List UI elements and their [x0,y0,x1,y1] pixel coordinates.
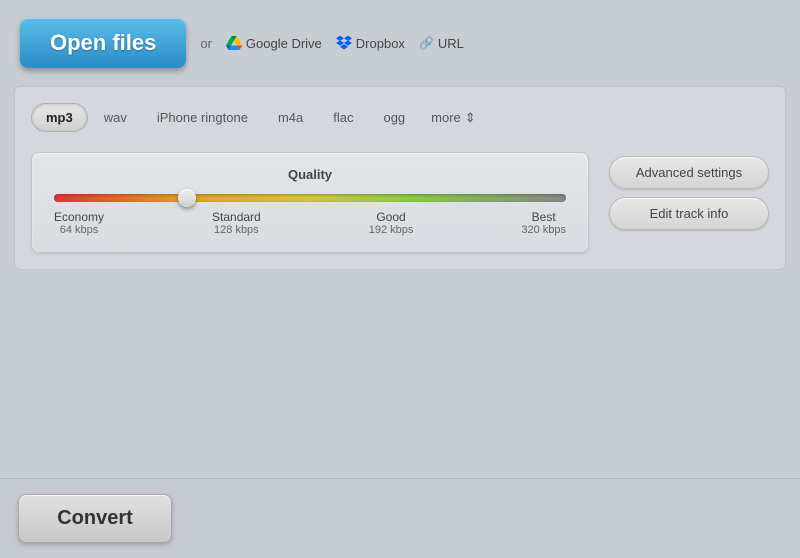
right-buttons: Advanced settings Edit track info [609,152,769,253]
quality-slider-container: Economy 64 kbps Standard 128 kbps Good 1… [54,194,566,236]
more-formats-button[interactable]: more ⇕ [421,105,486,131]
more-label: more [431,110,461,125]
url-label: URL [438,36,464,51]
slider-label-standard: Standard 128 kbps [212,210,261,236]
best-label: Best [521,210,566,224]
convert-button[interactable]: Convert [18,494,172,543]
good-label: Good [369,210,414,224]
good-kbps: 192 kbps [369,224,414,236]
google-drive-label: Google Drive [246,36,322,51]
url-link[interactable]: 🔗 URL [419,36,464,51]
tab-m4a[interactable]: m4a [264,104,317,131]
top-bar: Open files or Google Drive [0,0,800,86]
tab-wav[interactable]: wav [90,104,141,131]
cloud-links: Google Drive Dropbox 🔗 URL [226,34,464,53]
best-kbps: 320 kbps [521,224,566,236]
google-drive-link[interactable]: Google Drive [226,36,322,51]
advanced-settings-button[interactable]: Advanced settings [609,156,769,189]
dropbox-link[interactable]: Dropbox [336,34,405,53]
quality-slider-thumb[interactable] [178,189,196,207]
slider-label-economy: Economy 64 kbps [54,210,104,236]
url-icon: 🔗 [419,36,434,50]
dropbox-icon [336,34,352,53]
main-content: mp3 wav iPhone ringtone m4a flac ogg mor… [14,86,786,270]
format-tabs: mp3 wav iPhone ringtone m4a flac ogg mor… [31,103,769,132]
tab-flac[interactable]: flac [319,104,367,131]
economy-kbps: 64 kbps [54,224,104,236]
quality-slider-track[interactable] [54,194,566,202]
tab-ogg[interactable]: ogg [369,104,419,131]
quality-panel: Quality Economy 64 kbps Standard 128 kbp… [31,152,589,253]
economy-label: Economy [54,210,104,224]
tab-mp3[interactable]: mp3 [31,103,88,132]
standard-label: Standard [212,210,261,224]
or-text: or [200,36,212,51]
standard-kbps: 128 kbps [212,224,261,236]
slider-labels: Economy 64 kbps Standard 128 kbps Good 1… [54,210,566,236]
google-drive-icon [226,36,242,50]
slider-label-good: Good 192 kbps [369,210,414,236]
open-files-button[interactable]: Open files [20,18,186,68]
quality-title: Quality [48,167,572,182]
dropbox-label: Dropbox [356,36,405,51]
tab-iphone-ringtone[interactable]: iPhone ringtone [143,104,262,131]
quality-section: Quality Economy 64 kbps Standard 128 kbp… [31,152,769,253]
bottom-bar: Convert [0,478,800,558]
chevron-down-icon: ⇕ [465,110,476,126]
slider-label-best: Best 320 kbps [521,210,566,236]
edit-track-info-button[interactable]: Edit track info [609,197,769,230]
